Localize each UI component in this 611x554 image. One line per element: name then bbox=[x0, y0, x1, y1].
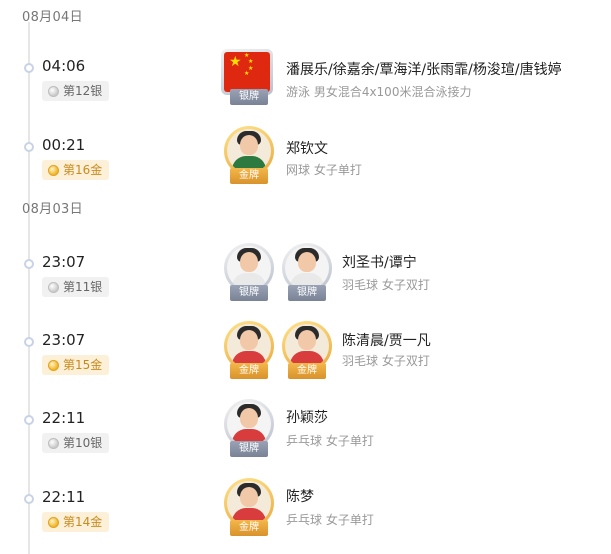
athlete-avatar[interactable]: 金牌 bbox=[282, 321, 332, 379]
event-name: 网球 女子单打 bbox=[286, 163, 362, 177]
rank-badge: 第15金 bbox=[42, 355, 110, 375]
athlete-avatar[interactable]: 金牌 bbox=[224, 126, 274, 184]
athlete-avatar[interactable]: 银牌 bbox=[282, 243, 332, 301]
medal-time: 22:11 bbox=[42, 488, 86, 506]
medal-entry[interactable]: 23:07 第15金 金牌 金牌 陈清晨/贾一凡 羽毛球 女子双打 bbox=[0, 321, 611, 391]
medal-time: 00:21 bbox=[42, 136, 86, 154]
medal-label: 金牌 bbox=[288, 363, 326, 379]
rank-text: 第10银 bbox=[63, 436, 103, 450]
gold-coin-icon bbox=[48, 359, 59, 371]
athlete-names[interactable]: 陈清晨/贾一凡 bbox=[342, 330, 431, 350]
medal-entry[interactable]: 22:11 第10银 银牌 孙颖莎 乒乓球 女子单打 bbox=[0, 399, 611, 469]
event-name: 游泳 男女混合4x100米混合泳接力 bbox=[286, 85, 472, 99]
medal-time: 22:11 bbox=[42, 409, 86, 427]
silver-coin-icon bbox=[48, 437, 59, 449]
medal-label: 金牌 bbox=[230, 168, 268, 184]
medal-time: 23:07 bbox=[42, 331, 86, 349]
rank-text: 第11银 bbox=[63, 280, 103, 294]
medal-entry[interactable]: 04:06 第12银 ★ ★ ★ ★ ★ 银牌 潘展乐/徐嘉余/覃海洋/张雨霏/… bbox=[0, 47, 611, 117]
timeline-dot bbox=[24, 142, 34, 152]
athlete-names[interactable]: 陈梦 bbox=[286, 486, 314, 506]
athlete-names[interactable]: 孙颖莎 bbox=[286, 407, 328, 427]
gold-coin-icon bbox=[48, 164, 59, 176]
athlete-avatar[interactable]: 金牌 bbox=[224, 321, 274, 379]
timeline-dot bbox=[24, 415, 34, 425]
rank-text: 第15金 bbox=[63, 358, 103, 372]
athlete-avatar[interactable]: 银牌 bbox=[224, 243, 274, 301]
medal-time: 23:07 bbox=[42, 253, 86, 271]
medal-time: 04:06 bbox=[42, 57, 86, 75]
rank-text: 第12银 bbox=[63, 84, 103, 98]
athlete-names[interactable]: 潘展乐/徐嘉余/覃海洋/张雨霏/杨浚瑄/唐钱婷 bbox=[286, 59, 562, 79]
athlete-names[interactable]: 郑钦文 bbox=[286, 138, 328, 158]
rank-badge: 第10银 bbox=[42, 433, 110, 453]
timeline-dot bbox=[24, 63, 34, 73]
rank-badge: 第11银 bbox=[42, 277, 110, 297]
rank-badge: 第12银 bbox=[42, 81, 110, 101]
rank-badge: 第16金 bbox=[42, 160, 110, 180]
silver-coin-icon bbox=[48, 85, 59, 97]
medal-entry[interactable]: 00:21 第16金 金牌 郑钦文 网球 女子单打 bbox=[0, 126, 611, 196]
medal-label: 银牌 bbox=[230, 441, 268, 457]
athlete-avatar[interactable]: 金牌 bbox=[224, 478, 274, 536]
team-avatar[interactable]: ★ ★ ★ ★ ★ 银牌 bbox=[221, 47, 277, 105]
athlete-avatar[interactable]: 银牌 bbox=[224, 399, 274, 457]
medal-label: 银牌 bbox=[230, 285, 268, 301]
medal-entry[interactable]: 22:11 第14金 金牌 陈梦 乒乓球 女子单打 bbox=[0, 478, 611, 548]
athlete-names[interactable]: 刘圣书/谭宁 bbox=[342, 252, 417, 272]
event-name: 乒乓球 女子单打 bbox=[286, 513, 374, 527]
medal-label: 金牌 bbox=[230, 520, 268, 536]
timeline-dot bbox=[24, 494, 34, 504]
silver-coin-icon bbox=[48, 281, 59, 293]
medal-label: 银牌 bbox=[288, 285, 326, 301]
event-name: 羽毛球 女子双打 bbox=[342, 278, 430, 292]
rank-badge: 第14金 bbox=[42, 512, 110, 532]
gold-coin-icon bbox=[48, 516, 59, 528]
date-header: 08月03日 bbox=[22, 202, 83, 217]
event-name: 羽毛球 女子双打 bbox=[342, 354, 430, 368]
medal-label: 金牌 bbox=[230, 363, 268, 379]
event-name: 乒乓球 女子单打 bbox=[286, 434, 374, 448]
timeline-dot bbox=[24, 337, 34, 347]
rank-text: 第14金 bbox=[63, 515, 103, 529]
medal-entry[interactable]: 23:07 第11银 银牌 银牌 刘圣书/谭宁 羽毛球 女子双打 bbox=[0, 243, 611, 313]
timeline-dot bbox=[24, 259, 34, 269]
medal-label: 银牌 bbox=[230, 89, 268, 105]
date-header: 08月04日 bbox=[22, 10, 83, 25]
rank-text: 第16金 bbox=[63, 163, 103, 177]
